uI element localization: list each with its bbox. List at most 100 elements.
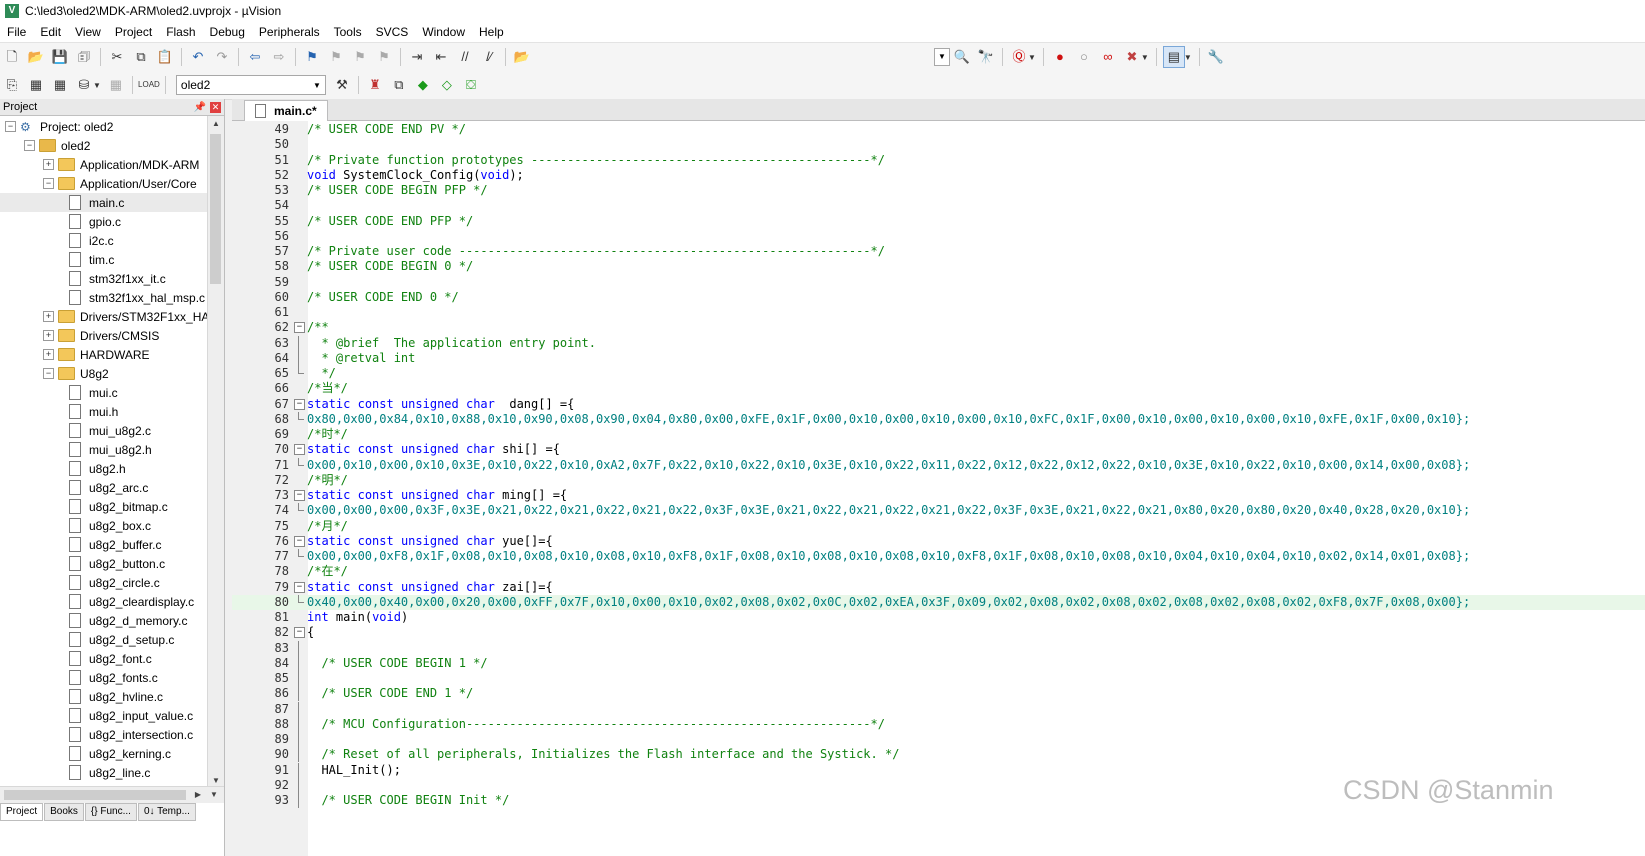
chevron-down-icon[interactable]: ▼ — [93, 81, 101, 90]
redo-icon[interactable]: ↷ — [212, 47, 232, 67]
find-in-files-icon[interactable]: 📂 — [512, 47, 532, 67]
panel-tab[interactable]: Project — [0, 803, 44, 821]
tree-item[interactable]: mui_u8g2.h — [0, 440, 207, 459]
kill-breakpoints-icon[interactable]: ✖ — [1122, 47, 1142, 67]
tree-item[interactable]: main.c — [0, 193, 207, 212]
tree-item[interactable]: − Application/User/Core — [0, 174, 207, 193]
menu-tools[interactable]: Tools — [327, 25, 369, 39]
expand-icon[interactable]: + — [43, 349, 54, 360]
find-icon[interactable]: 🔍 — [952, 47, 972, 67]
stop-build-icon[interactable]: ▦ — [106, 75, 126, 95]
menu-view[interactable]: View — [68, 25, 108, 39]
menu-peripherals[interactable]: Peripherals — [252, 25, 327, 39]
insert-bookmark-icon[interactable]: ⚑ — [302, 47, 322, 67]
rebuild-icon[interactable]: ▦ — [50, 75, 70, 95]
expand-icon[interactable]: + — [43, 330, 54, 341]
debug-session-icon[interactable]: Ⓠ — [1009, 47, 1029, 67]
close-icon[interactable]: ✕ — [210, 101, 221, 113]
tree-item[interactable]: mui.c — [0, 383, 207, 402]
next-bookmark-icon[interactable]: ⚑ — [350, 47, 370, 67]
tree-item[interactable]: u8g2_fonts.c — [0, 668, 207, 687]
translate-icon[interactable]: ⎘ — [2, 75, 22, 95]
save-icon[interactable]: 💾 — [50, 47, 70, 67]
tree-item[interactable]: u8g2_buffer.c — [0, 535, 207, 554]
window-layout-icon[interactable]: ▤ — [1162, 46, 1185, 68]
configure-icon[interactable]: 🔧 — [1206, 47, 1226, 67]
pin-icon[interactable]: 📌 — [194, 102, 206, 113]
tree-item[interactable]: u8g2.h — [0, 459, 207, 478]
collapse-icon[interactable]: − — [5, 121, 16, 132]
paste-icon[interactable]: 📋 — [155, 47, 175, 67]
tree-item[interactable]: i2c.c — [0, 231, 207, 250]
collapse-icon[interactable]: − — [43, 368, 54, 379]
clear-bookmarks-icon[interactable]: ⚑ — [374, 47, 394, 67]
tree-item[interactable]: u8g2_circle.c — [0, 573, 207, 592]
menu-help[interactable]: Help — [472, 25, 511, 39]
select-software-packs-icon[interactable]: ◇ — [437, 75, 457, 95]
fold-collapse-icon[interactable]: − — [294, 444, 305, 456]
fold-collapse-icon[interactable]: − — [294, 398, 305, 410]
expand-icon[interactable]: + — [43, 311, 54, 322]
previous-bookmark-icon[interactable]: ⚑ — [326, 47, 346, 67]
project-tree-vertical-scrollbar[interactable]: ▲ ▼ — [207, 116, 224, 789]
tree-item[interactable]: u8g2_button.c — [0, 554, 207, 573]
scroll-thumb[interactable] — [210, 134, 221, 284]
new-file-icon[interactable]: 🗋 — [2, 47, 22, 67]
tree-item[interactable]: − oled2 — [0, 136, 207, 155]
manage-project-items-icon[interactable]: ♜ — [365, 75, 385, 95]
chevron-down-icon[interactable]: ▼ — [1028, 53, 1036, 62]
fold-collapse-icon[interactable]: − — [294, 581, 305, 593]
tree-item[interactable]: u8g2_hvline.c — [0, 687, 207, 706]
tree-item[interactable]: mui.h — [0, 402, 207, 421]
panel-tab[interactable]: Books — [44, 803, 84, 821]
undo-icon[interactable]: ↶ — [188, 47, 208, 67]
tree-item[interactable]: + HARDWARE — [0, 345, 207, 364]
uncomment-icon[interactable]: /⁄ — [479, 47, 499, 67]
fold-collapse-icon[interactable]: − — [294, 490, 305, 501]
expand-icon[interactable]: + — [43, 159, 54, 170]
tree-item[interactable]: + Drivers/STM32F1xx_HAL_ — [0, 307, 207, 326]
menu-debug[interactable]: Debug — [203, 25, 252, 39]
tree-item[interactable]: u8g2_arc.c — [0, 478, 207, 497]
unindent-icon[interactable]: ⇤ — [431, 47, 451, 67]
tree-item[interactable]: u8g2_intersection.c — [0, 725, 207, 744]
tree-item[interactable]: − U8g2 — [0, 364, 207, 383]
project-tree-horizontal-scrollbar[interactable]: ▶ ▼ — [0, 786, 224, 803]
menu-project[interactable]: Project — [108, 25, 159, 39]
menu-file[interactable]: File — [0, 25, 33, 39]
indent-icon[interactable]: ⇥ — [407, 47, 427, 67]
tree-item[interactable]: stm32f1xx_hal_msp.c — [0, 288, 207, 307]
cut-icon[interactable]: ✂ — [107, 47, 127, 67]
panel-tab[interactable]: {} Func... — [84, 803, 137, 821]
tree-item[interactable]: u8g2_cleardisplay.c — [0, 592, 207, 611]
manage-run-time-environment-icon[interactable]: ◆ — [413, 75, 433, 95]
tree-item[interactable]: tim.c — [0, 250, 207, 269]
target-select[interactable]: oled2 ▼ — [175, 75, 326, 95]
collapse-icon[interactable]: − — [24, 140, 35, 151]
collapse-icon[interactable]: − — [43, 178, 54, 189]
tree-item[interactable]: − ⚙ Project: oled2 — [0, 117, 207, 136]
batch-build-icon[interactable]: ⛁ — [74, 75, 94, 95]
menu-svcs[interactable]: SVCS — [369, 25, 416, 39]
incremental-find-icon[interactable]: 🔭 — [976, 47, 996, 67]
navigate-forward-icon[interactable]: ⇨ — [269, 47, 289, 67]
fold-collapse-icon[interactable]: − — [294, 627, 305, 639]
fold-collapse-icon[interactable]: − — [294, 322, 305, 334]
tree-item[interactable]: stm32f1xx_it.c — [0, 269, 207, 288]
tree-item[interactable]: u8g2_d_memory.c — [0, 611, 207, 630]
open-folder-icon[interactable]: 📂 — [26, 47, 46, 67]
menu-flash[interactable]: Flash — [159, 25, 202, 39]
download-icon[interactable]: LOAD — [138, 75, 160, 95]
enable-breakpoint-icon[interactable]: ○ — [1074, 47, 1094, 67]
tree-item[interactable]: + Drivers/CMSIS — [0, 326, 207, 345]
tree-item[interactable]: + Application/MDK-ARM — [0, 155, 207, 174]
scroll-right-icon[interactable]: ▶ — [190, 787, 206, 803]
comment-icon[interactable]: // — [455, 47, 475, 67]
chevron-down-icon[interactable]: ▼ — [1184, 53, 1192, 62]
pack-installer-icon[interactable]: ⛋ — [461, 75, 481, 95]
code-area[interactable]: 49 /* USER CODE END PV */ 50 51 /* Private f… — [232, 121, 1645, 856]
tree-item[interactable]: gpio.c — [0, 212, 207, 231]
menu-window[interactable]: Window — [415, 25, 472, 39]
insert-breakpoint-icon[interactable]: ● — [1050, 47, 1070, 67]
save-all-icon[interactable]: 🗊 — [74, 47, 94, 67]
